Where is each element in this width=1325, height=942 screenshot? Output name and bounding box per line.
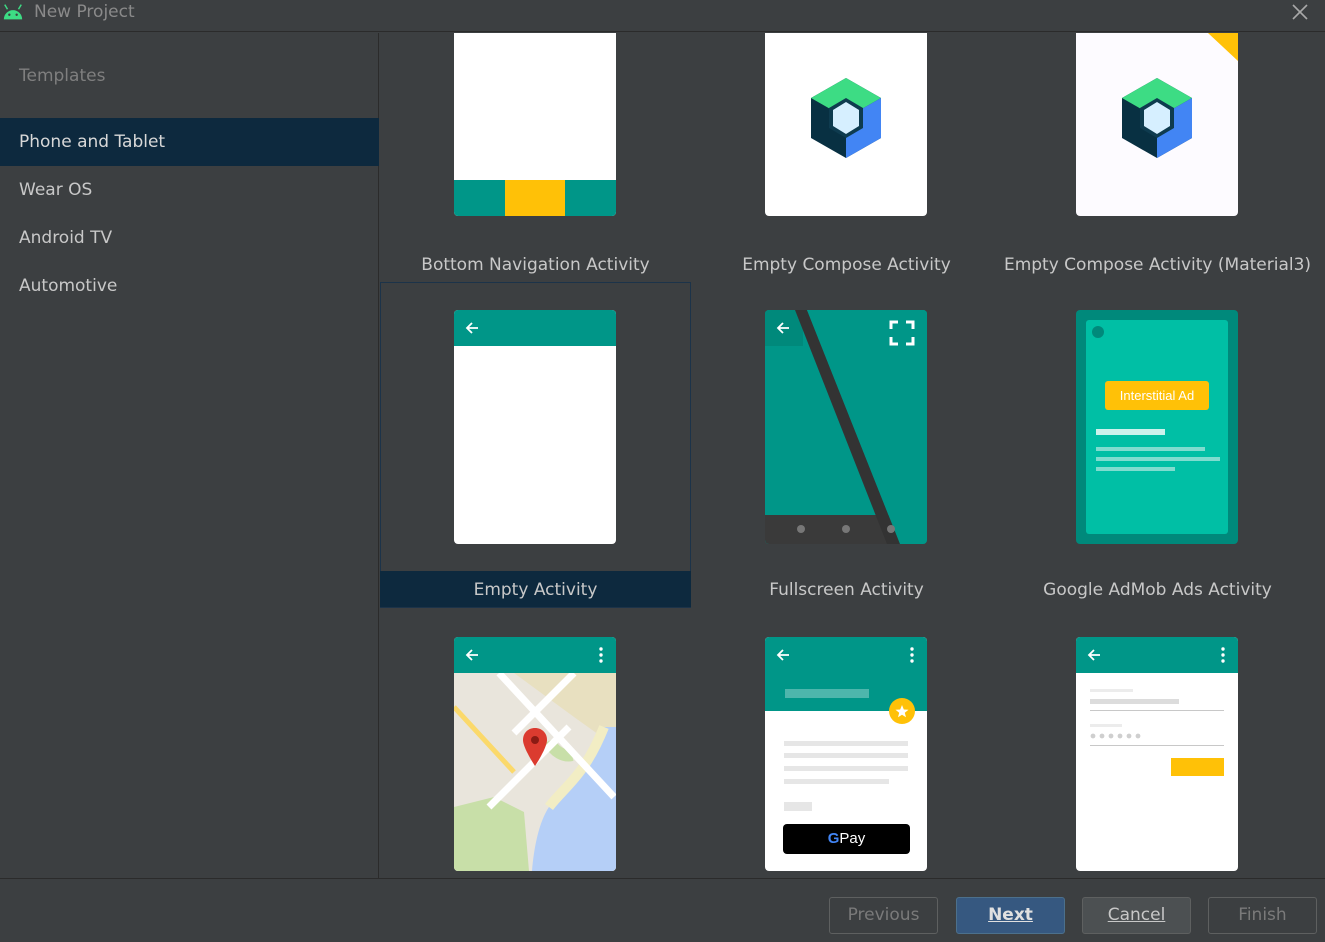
next-button[interactable]: Next	[956, 897, 1065, 934]
fullscreen-icon	[889, 320, 915, 346]
back-arrow-icon	[1087, 649, 1100, 661]
templates-heading: Templates	[19, 66, 106, 86]
template-grid: Bottom Navigation Activity Empty Compose…	[380, 33, 1325, 878]
jetpack-compose-logo-icon	[811, 78, 881, 158]
previous-button[interactable]: Previous	[829, 897, 938, 934]
template-label: Bottom Navigation Activity	[421, 255, 650, 275]
back-arrow-icon	[465, 322, 478, 334]
template-google-pay-activity[interactable]: GPay	[691, 609, 1002, 878]
android-icon	[3, 4, 23, 20]
template-empty-compose-activity[interactable]: Empty Compose Activity	[691, 33, 1002, 319]
corner-badge-icon	[1208, 33, 1238, 61]
template-bottom-navigation-activity[interactable]: Bottom Navigation Activity	[380, 33, 691, 319]
sidebar-item-android-tv[interactable]: Android TV	[0, 214, 379, 262]
back-arrow-icon	[776, 649, 789, 661]
window-title: New Project	[34, 2, 135, 22]
template-label: Empty Compose Activity	[742, 255, 951, 275]
camera-dot	[1092, 326, 1104, 338]
template-fullscreen-activity[interactable]: Fullscreen Activity	[691, 282, 1002, 608]
sidebar-item-wear-os[interactable]: Wear OS	[0, 166, 379, 214]
template-login-activity[interactable]	[1002, 609, 1313, 878]
fullscreen-thumbnail	[765, 310, 927, 544]
bottom-navigation-thumbnail	[454, 33, 616, 216]
pay-text: Pay	[839, 830, 866, 847]
template-label: Fullscreen Activity	[769, 580, 924, 600]
close-icon[interactable]	[1289, 1, 1311, 23]
interstitial-ad-badge: Interstitial Ad	[1105, 381, 1209, 410]
compose-thumbnail	[765, 33, 927, 216]
template-label: Google AdMob Ads Activity	[1043, 580, 1272, 600]
overflow-menu-icon	[599, 647, 603, 663]
finish-button[interactable]: Finish	[1208, 897, 1317, 934]
maps-thumbnail	[454, 637, 616, 871]
map-pin-icon	[523, 728, 547, 766]
cancel-button[interactable]: Cancel	[1082, 897, 1191, 934]
sidebar-item-automotive[interactable]: Automotive	[0, 262, 379, 310]
password-dots	[1090, 733, 1141, 739]
google-g-logo: G	[827, 830, 840, 847]
google-pay-thumbnail: GPay	[765, 637, 927, 871]
sidebar: Templates Phone and Tablet Wear OS Andro…	[0, 33, 379, 878]
sign-in-button-graphic	[1171, 758, 1224, 776]
compose-material3-thumbnail	[1076, 33, 1238, 216]
login-thumbnail	[1076, 637, 1238, 871]
overflow-menu-icon	[1221, 647, 1225, 663]
sidebar-item-phone-and-tablet[interactable]: Phone and Tablet	[0, 118, 379, 166]
admob-thumbnail: Interstitial Ad	[1076, 310, 1238, 544]
cancel-label: Cancel	[1107, 905, 1166, 925]
next-label: Next	[988, 905, 1033, 925]
template-empty-compose-activity-material3[interactable]: Empty Compose Activity (Material3)	[1002, 33, 1313, 319]
back-arrow-icon	[776, 322, 789, 334]
template-empty-activity[interactable]: Empty Activity	[380, 282, 691, 608]
template-label: Empty Compose Activity (Material3)	[1003, 255, 1312, 275]
template-google-maps-activity[interactable]	[380, 609, 691, 878]
title-bar: New Project	[0, 0, 1325, 32]
footer: Previous Next Cancel Finish	[0, 878, 1325, 942]
google-pay-button: GPay	[783, 824, 910, 854]
back-arrow-icon	[465, 649, 478, 661]
star-badge-icon	[889, 698, 915, 724]
empty-activity-thumbnail	[454, 310, 616, 544]
template-google-admob-ads-activity[interactable]: Interstitial Ad Google AdMob Ads Activit…	[1002, 282, 1313, 608]
jetpack-compose-logo-icon	[1122, 78, 1192, 158]
overflow-menu-icon	[910, 647, 914, 663]
template-label: Empty Activity	[473, 580, 598, 600]
